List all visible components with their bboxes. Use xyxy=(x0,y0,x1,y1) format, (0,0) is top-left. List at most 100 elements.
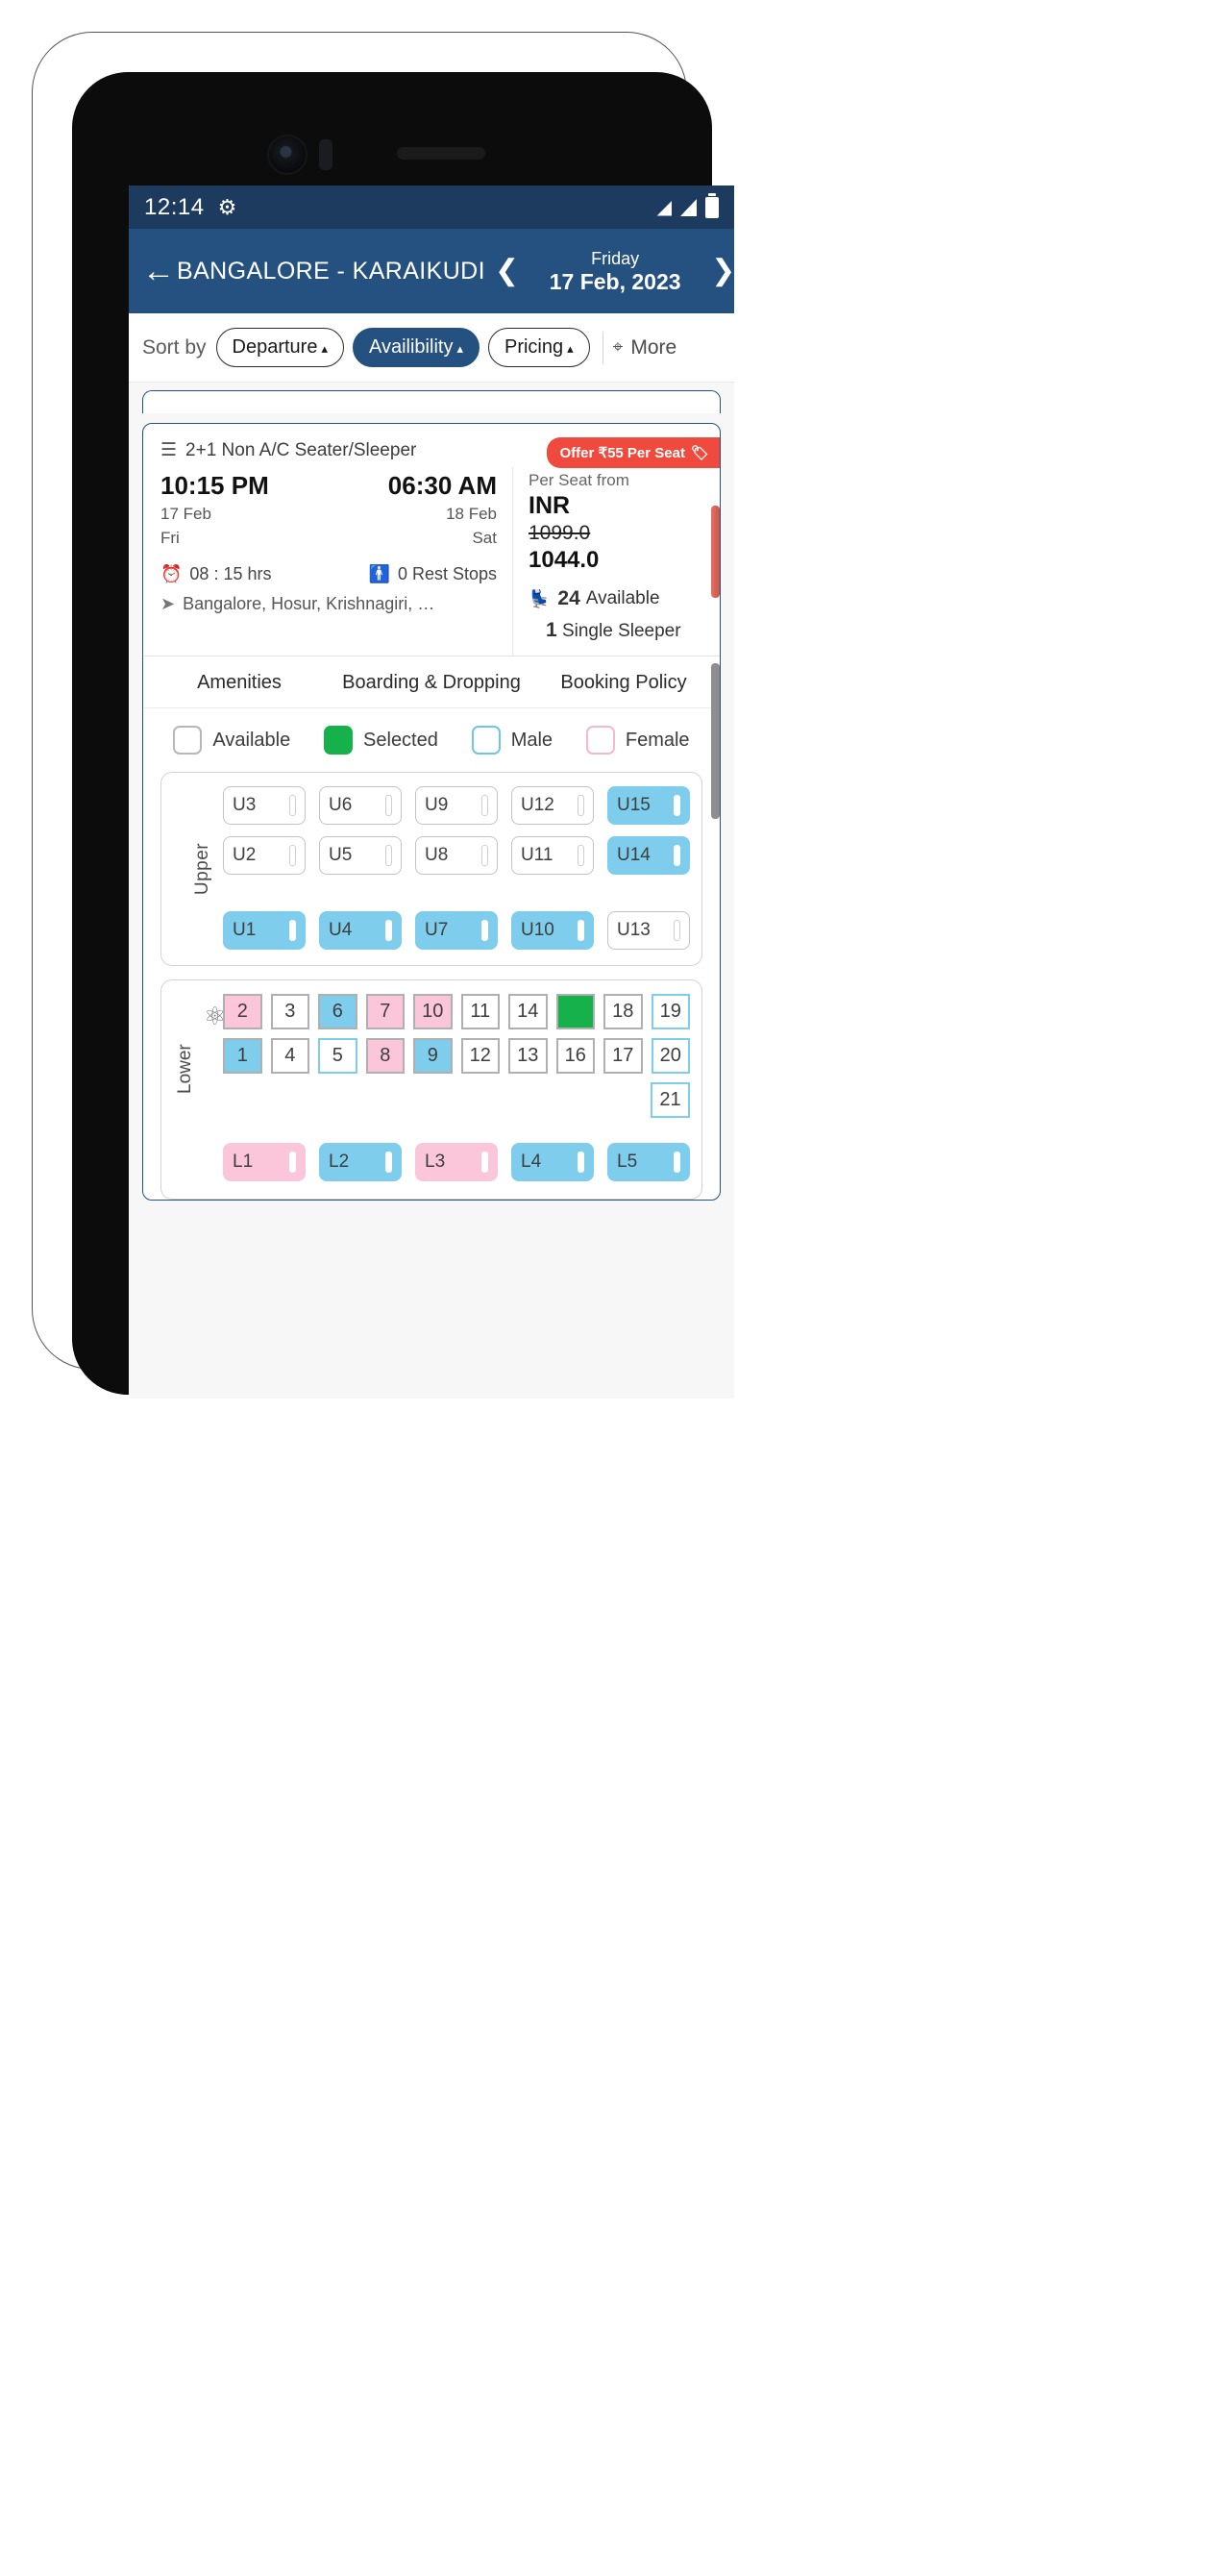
berth-L3[interactable]: L3 xyxy=(415,1143,498,1181)
bus-info-split: 10:15 PM 06:30 AM 17 Feb 18 Feb Fri Sat xyxy=(143,467,720,656)
steering-wheel-icon: ⚛ xyxy=(204,1002,227,1030)
lower-deck-row-3: 21 xyxy=(651,1082,690,1118)
tab-booking-policy[interactable]: Booking Policy xyxy=(528,672,720,694)
berth-bar xyxy=(578,795,584,816)
offer-badge-label: Offer ₹55 Per Seat xyxy=(559,445,685,461)
seat-20[interactable]: 20 xyxy=(651,1038,690,1074)
seat-3[interactable]: 3 xyxy=(270,994,309,1029)
seat-8[interactable]: 8 xyxy=(365,1038,405,1074)
single-sleeper-row: 1 Single Sleeper xyxy=(529,619,706,642)
seat-6[interactable]: 6 xyxy=(318,994,357,1029)
results-scroll-area[interactable]: ☰ 2+1 Non A/C Seater/Sleeper Offer ₹55 P… xyxy=(129,383,734,1399)
berth-label: L5 xyxy=(617,1152,638,1172)
seat-11[interactable]: 11 xyxy=(460,994,500,1029)
back-arrow-icon[interactable]: ← xyxy=(142,255,175,287)
berth-label: U15 xyxy=(617,795,651,815)
berth-label: L4 xyxy=(521,1152,542,1172)
side-button-power[interactable] xyxy=(711,506,720,598)
legend-female-swatch xyxy=(585,726,615,755)
berth-bar xyxy=(481,920,488,941)
chevron-left-icon[interactable]: ❮ xyxy=(485,257,529,285)
chevron-right-icon[interactable]: ❯ xyxy=(701,257,734,285)
berth-U14[interactable]: U14 xyxy=(607,836,690,875)
seat-10[interactable]: 10 xyxy=(413,994,453,1029)
seat-12[interactable]: 12 xyxy=(460,1038,500,1074)
tab-amenities[interactable]: Amenities xyxy=(143,672,335,694)
caret-up-icon: ▴ xyxy=(321,341,328,356)
available-label: Available xyxy=(585,588,660,608)
seat-16[interactable]: 16 xyxy=(555,1038,595,1074)
departure-date: 17 Feb xyxy=(160,505,211,523)
date-stack[interactable]: Friday 17 Feb, 2023 xyxy=(529,248,701,295)
bus-info-right: Per Seat from INR 1099.0 1044.0 💺 24 Ava… xyxy=(513,467,720,656)
gear-icon: ⚙ xyxy=(217,194,237,219)
berth-L4[interactable]: L4 xyxy=(511,1143,594,1181)
berth-U9[interactable]: U9 xyxy=(415,786,498,825)
berth-L5[interactable]: L5 xyxy=(607,1143,690,1181)
seat-legend: Available Selected Male Female xyxy=(143,708,720,766)
berth-U5[interactable]: U5 xyxy=(319,836,402,875)
day-row: Fri Sat xyxy=(160,528,497,549)
berth-U3[interactable]: U3 xyxy=(223,786,306,825)
bus-card: ☰ 2+1 Non A/C Seater/Sleeper Offer ₹55 P… xyxy=(142,423,721,1201)
date-row: 17 Feb 18 Feb xyxy=(160,504,497,525)
berth-label: U13 xyxy=(617,920,651,940)
previous-bus-card-peek[interactable] xyxy=(142,390,721,413)
sort-chip-departure[interactable]: Departure ▴ xyxy=(215,328,344,367)
seat-15[interactable]: 15 xyxy=(555,994,595,1029)
lower-deck-label: Lower xyxy=(175,1044,195,1094)
side-button-volume[interactable] xyxy=(711,663,720,819)
seat-2[interactable]: 2 xyxy=(223,994,262,1029)
berth-U13[interactable]: U13 xyxy=(607,911,690,950)
more-filters-button[interactable]: ⌖ More xyxy=(613,336,677,359)
seat-5[interactable]: 5 xyxy=(318,1038,357,1074)
berth-U2[interactable]: U2 xyxy=(223,836,306,875)
berth-U4[interactable]: U4 xyxy=(319,911,402,950)
berth-U15[interactable]: U15 xyxy=(607,786,690,825)
tab-boarding-dropping[interactable]: Boarding & Dropping xyxy=(335,672,528,694)
berth-U8[interactable]: U8 xyxy=(415,836,498,875)
seat-21[interactable]: 21 xyxy=(651,1082,690,1118)
bus-type-label: 2+1 Non A/C Seater/Sleeper xyxy=(185,439,417,460)
arrival-time: 06:30 AM xyxy=(387,471,497,500)
berth-U7[interactable]: U7 xyxy=(415,911,498,950)
berth-bar xyxy=(385,1152,392,1173)
caret-up-icon: ▴ xyxy=(456,341,463,356)
app-bar: ← BANGALORE - KARAIKUDI ❮ Friday 17 Feb,… xyxy=(129,229,734,313)
berth-bar xyxy=(481,795,488,816)
bus-seat-icon: ☰ xyxy=(160,440,178,460)
date-selector: ❮ Friday 17 Feb, 2023 ❯ xyxy=(485,248,734,295)
berth-U12[interactable]: U12 xyxy=(511,786,594,825)
berth-L1[interactable]: L1 xyxy=(223,1143,306,1181)
berth-bar xyxy=(481,1152,488,1173)
seat-13[interactable]: 13 xyxy=(508,1038,548,1074)
berth-label: U12 xyxy=(521,795,554,815)
legend-female-label: Female xyxy=(625,729,690,751)
seat-18[interactable]: 18 xyxy=(603,994,643,1029)
legend-available-label: Available xyxy=(212,729,291,751)
seat-7[interactable]: 7 xyxy=(365,994,405,1029)
sensor-icon xyxy=(319,139,332,170)
seat-14[interactable]: 14 xyxy=(508,994,548,1029)
berth-bar xyxy=(674,920,680,941)
legend-selected-label: Selected xyxy=(363,729,438,751)
seat-4[interactable]: 4 xyxy=(270,1038,309,1074)
seat-9[interactable]: 9 xyxy=(413,1038,453,1074)
berth-U11[interactable]: U11 xyxy=(511,836,594,875)
seat-19[interactable]: 19 xyxy=(651,994,690,1029)
sort-chip-pricing[interactable]: Pricing ▴ xyxy=(487,328,590,367)
old-price: 1099.0 xyxy=(529,522,591,544)
route-stops-label: Bangalore, Hosur, Krishnagiri, … xyxy=(183,594,435,613)
berth-U10[interactable]: U10 xyxy=(511,911,594,950)
berth-U6[interactable]: U6 xyxy=(319,786,402,825)
berth-bar xyxy=(578,845,584,866)
legend-selected-swatch xyxy=(324,726,354,755)
berth-L2[interactable]: L2 xyxy=(319,1143,402,1181)
seat-17[interactable]: 17 xyxy=(603,1038,643,1074)
departure-day: Fri xyxy=(160,529,180,547)
rest-stops-label: 0 Rest Stops xyxy=(397,564,497,583)
sort-chip-availibility[interactable]: Availibility ▴ xyxy=(353,328,480,367)
seat-1[interactable]: 1 xyxy=(223,1038,262,1074)
berth-U1[interactable]: U1 xyxy=(223,911,306,950)
upper-deck-label: Upper xyxy=(192,842,213,896)
